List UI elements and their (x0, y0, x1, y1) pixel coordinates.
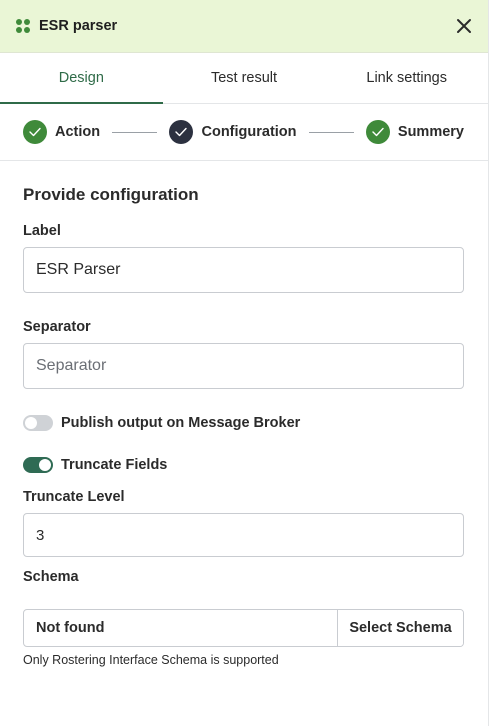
schema-value: Not found (36, 620, 105, 636)
separator-group: Separator (23, 319, 464, 389)
step-connector (112, 131, 158, 133)
panel-header: ESR parser (0, 0, 488, 53)
check-icon (365, 120, 390, 144)
step-connector (308, 131, 354, 133)
step-label: Action (55, 124, 101, 140)
schema-selector: Not found Select Schema (23, 609, 464, 647)
step-label: Configuration (201, 124, 297, 140)
label-group: Label (23, 223, 464, 293)
step-label: Summery (397, 124, 464, 140)
step-summery[interactable]: Summery (365, 120, 464, 144)
close-icon[interactable] (454, 16, 474, 36)
panel-title: ESR parser (39, 18, 118, 34)
truncate-toggle[interactable] (23, 457, 53, 473)
check-icon (169, 120, 194, 144)
tab-link-settings[interactable]: Link settings (325, 53, 488, 103)
truncate-level-input[interactable] (23, 513, 464, 557)
step-configuration[interactable]: Configuration (169, 120, 297, 144)
section-title: Provide configuration (23, 185, 199, 204)
step-action[interactable]: Action (23, 120, 100, 144)
label-input[interactable] (23, 247, 464, 293)
label-field-label: Label (23, 223, 61, 239)
publish-toggle-label: Publish output on Message Broker (61, 415, 301, 431)
check-icon (23, 120, 47, 144)
truncate-toggle-label: Truncate Fields (61, 457, 168, 473)
publish-toggle-row: Publish output on Message Broker (23, 413, 463, 433)
schema-label: Schema (23, 569, 79, 585)
form-content: Provide configuration Label Separator Pu… (0, 161, 488, 667)
publish-toggle[interactable] (23, 415, 53, 431)
config-panel: ESR parser Design Test result Link setti… (0, 0, 489, 726)
separator-field-label: Separator (23, 319, 91, 335)
app-grid-icon (16, 19, 30, 33)
truncate-level-group: Truncate Level (23, 489, 464, 557)
separator-input[interactable] (23, 343, 464, 389)
schema-group: Schema Not found Select Schema Only Rost… (23, 569, 464, 667)
schema-hint: Only Rostering Interface Schema is suppo… (23, 653, 279, 667)
truncate-level-label: Truncate Level (23, 489, 125, 505)
tab-bar: Design Test result Link settings (0, 53, 488, 104)
stepper: Action Configuration Summery (0, 104, 488, 161)
truncate-toggle-row: Truncate Fields (23, 455, 463, 475)
select-schema-button[interactable]: Select Schema (337, 610, 463, 646)
tab-test-result[interactable]: Test result (163, 53, 326, 103)
tab-design[interactable]: Design (0, 53, 163, 104)
